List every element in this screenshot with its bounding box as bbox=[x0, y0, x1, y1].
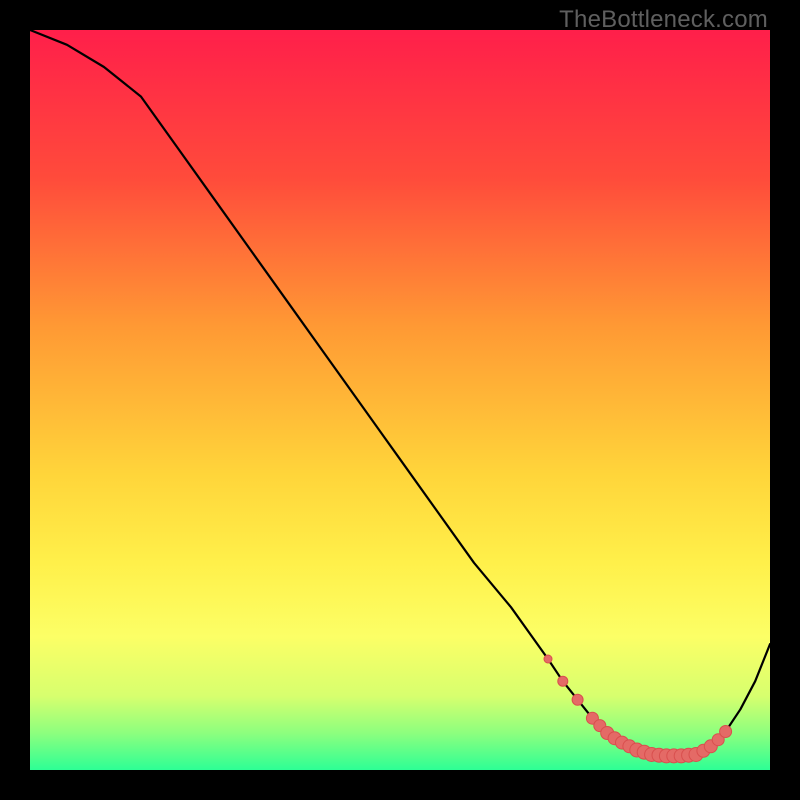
optimal-point bbox=[558, 676, 568, 686]
bottleneck-chart bbox=[30, 30, 770, 770]
heat-background bbox=[30, 30, 770, 770]
optimal-point bbox=[720, 726, 732, 738]
chart-frame bbox=[30, 30, 770, 770]
optimal-point bbox=[544, 655, 552, 663]
optimal-point bbox=[572, 694, 583, 705]
